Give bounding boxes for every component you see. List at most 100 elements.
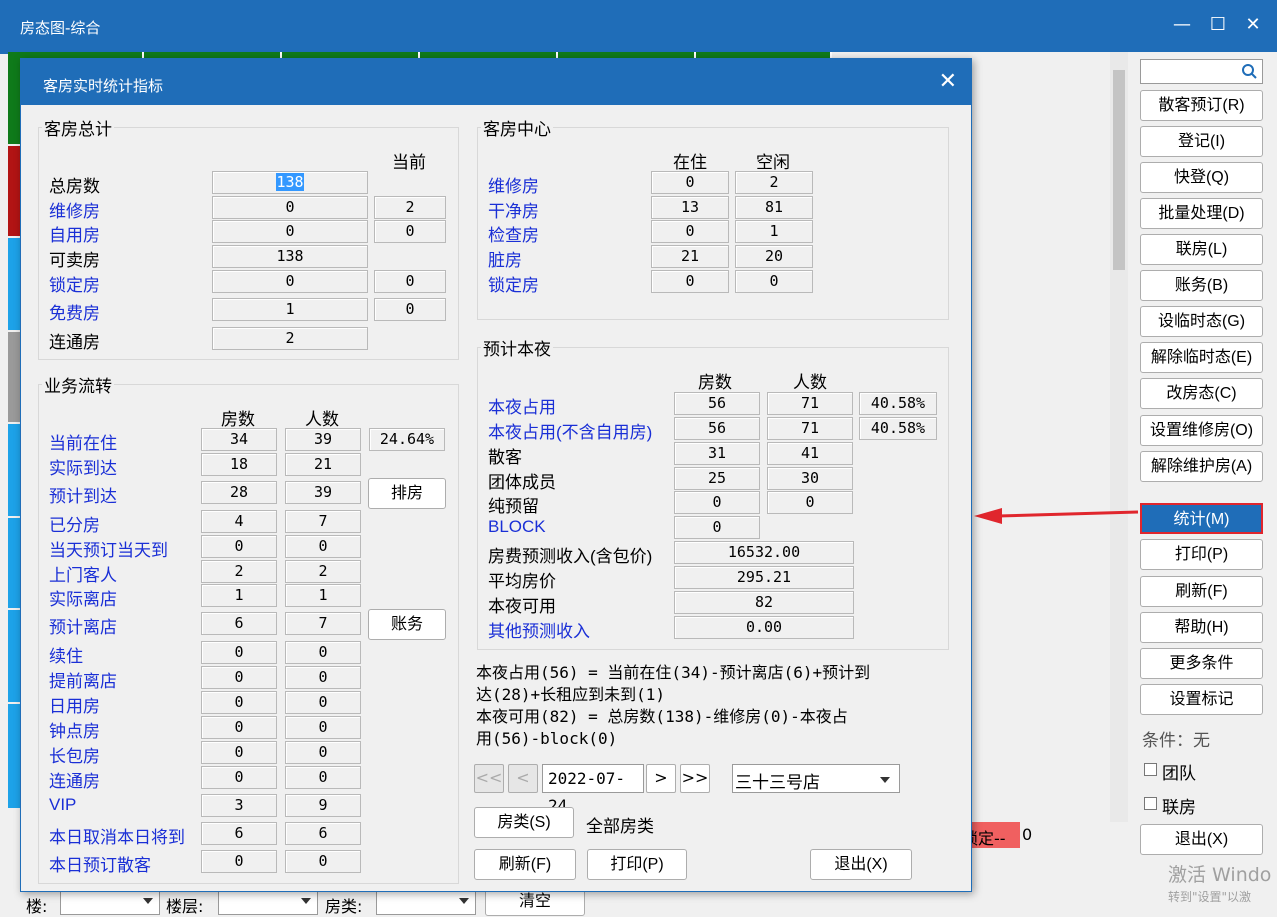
business-row-label[interactable]: 本日预订散客	[49, 851, 151, 876]
room-total-label: 总房数	[49, 177, 100, 196]
other-revenue-label[interactable]: 其他预测收入	[488, 617, 590, 642]
room-total-group-title: 客房总计	[42, 115, 114, 140]
dialog-exit-button[interactable]: 退出(X)	[810, 849, 912, 880]
room-center-vacant-text: 20	[764, 247, 784, 265]
business-row-label[interactable]: 预计到达	[49, 482, 117, 507]
quick-checkin-button[interactable]: 快登(Q)	[1140, 162, 1263, 193]
date-field[interactable]: 2022-07-24	[542, 764, 644, 815]
set-mark-button[interactable]: 设置标记	[1140, 684, 1263, 715]
room-center-label[interactable]: 脏房	[488, 246, 522, 271]
linked-checkbox[interactable]	[1144, 797, 1157, 810]
more-conditions-button[interactable]: 更多条件	[1140, 648, 1263, 679]
prev-date-button[interactable]: <	[508, 764, 538, 793]
business-row-label[interactable]: 当天预订当天到	[49, 536, 168, 561]
last-date-button[interactable]: >>	[680, 764, 710, 793]
available-label: 本夜可用	[488, 597, 556, 616]
tonight-rooms-value-text: 56	[707, 419, 727, 437]
business-row-label[interactable]: 提前离店	[49, 667, 117, 692]
room-type-select[interactable]	[376, 889, 476, 915]
account-button[interactable]: 账务(B)	[1140, 270, 1263, 301]
business-rooms-value: 28	[201, 481, 277, 504]
linked-room-button[interactable]: 联房(L)	[1140, 234, 1263, 265]
room-total-label[interactable]: 免费房	[49, 299, 100, 324]
checkin-button[interactable]: 登记(I)	[1140, 126, 1263, 157]
print-button[interactable]: 打印(P)	[1140, 539, 1263, 570]
chevron-down-icon	[301, 898, 311, 904]
business-rooms-value-text: 1	[234, 586, 244, 604]
tonight-row-label[interactable]: 本夜占用(不含自用房)	[488, 418, 652, 443]
room-center-occupied: 0	[651, 270, 729, 293]
chevron-down-icon	[880, 777, 890, 783]
room-total-value-text: 0	[285, 272, 295, 290]
business-row-label[interactable]: 续住	[49, 642, 83, 667]
store-select[interactable]: 三十三号店	[732, 764, 900, 793]
search-icon[interactable]	[1241, 63, 1258, 80]
change-room-status-button[interactable]: 改房态(C)	[1140, 378, 1263, 409]
business-row-label[interactable]: 本日取消本日将到	[49, 823, 185, 848]
business-people-value: 1	[285, 584, 361, 607]
business-row-label[interactable]: 钟点房	[49, 717, 100, 742]
room-total-label[interactable]: 锁定房	[49, 271, 100, 296]
account-dialog-button[interactable]: 账务	[368, 609, 446, 640]
refresh-button[interactable]: 刷新(F)	[1140, 576, 1263, 607]
search-input[interactable]	[1140, 59, 1263, 84]
room-center-label[interactable]: 检查房	[488, 221, 539, 246]
room-center-label[interactable]: 锁定房	[488, 271, 539, 296]
dialog-close-icon[interactable]: ✕	[939, 69, 957, 94]
business-people-value: 0	[285, 741, 361, 764]
dialog-print-button[interactable]: 打印(P)	[587, 849, 687, 880]
clear-maintenance-button[interactable]: 解除维护房(A)	[1140, 451, 1263, 482]
business-people-value-text: 0	[318, 743, 328, 761]
business-rooms-value-text: 6	[234, 824, 244, 842]
minimize-icon[interactable]: —	[1170, 14, 1194, 35]
business-row-label[interactable]: 实际到达	[49, 454, 117, 479]
business-row-label[interactable]: 预计离店	[49, 613, 117, 638]
tonight-row-label[interactable]: BLOCK	[488, 517, 546, 537]
business-row-label[interactable]: 已分房	[49, 511, 100, 536]
tonight-row-label[interactable]: 本夜占用	[488, 393, 556, 418]
business-rooms-value: 0	[201, 666, 277, 689]
set-maintenance-button[interactable]: 设置维修房(O)	[1140, 415, 1263, 446]
first-date-button[interactable]: <<	[474, 764, 504, 793]
business-people-value-text: 0	[318, 537, 328, 555]
business-row-label[interactable]: VIP	[49, 795, 76, 815]
dialog-refresh-button[interactable]: 刷新(F)	[474, 849, 576, 880]
business-row-label[interactable]: 日用房	[49, 692, 100, 717]
room-center-vacant-text: 0	[769, 272, 779, 290]
business-row-label[interactable]: 长包房	[49, 742, 100, 767]
team-checkbox[interactable]	[1144, 763, 1157, 776]
business-row-label[interactable]: 连通房	[49, 767, 100, 792]
floor-select[interactable]	[218, 889, 318, 915]
business-rooms-value-text: 0	[234, 693, 244, 711]
clear-temp-status-button[interactable]: 解除临时态(E)	[1140, 342, 1263, 373]
business-row-label[interactable]: 上门客人	[49, 561, 117, 586]
room-total-label[interactable]: 维修房	[49, 197, 100, 222]
dialog-titlebar: 客房实时统计指标 ✕	[21, 59, 971, 105]
set-temp-status-button[interactable]: 设临时态(G)	[1140, 306, 1263, 337]
statistics-button[interactable]: 统计(M)	[1140, 503, 1263, 534]
business-rooms-value-text: 28	[229, 483, 249, 501]
room-total-label[interactable]: 自用房	[49, 221, 100, 246]
exit-button[interactable]: 退出(X)	[1140, 824, 1263, 855]
room-map-scrollbar[interactable]	[1110, 52, 1128, 822]
chevron-down-icon	[143, 898, 153, 904]
close-icon[interactable]: ✕	[1241, 14, 1265, 35]
batch-process-button[interactable]: 批量处理(D)	[1140, 198, 1263, 229]
business-row-label[interactable]: 实际离店	[49, 585, 117, 610]
room-type-button[interactable]: 房类(S)	[474, 807, 574, 838]
tonight-row-label: 纯预留	[488, 497, 539, 516]
building-select[interactable]	[60, 889, 160, 915]
business-rooms-value-text: 34	[229, 430, 249, 448]
tonight-people-value: 30	[767, 467, 853, 490]
walkin-booking-button[interactable]: 散客预订(R)	[1140, 90, 1263, 121]
assign-room-button[interactable]: 排房	[368, 478, 446, 509]
help-button[interactable]: 帮助(H)	[1140, 612, 1263, 643]
business-row-label[interactable]: 当前在住	[49, 429, 117, 454]
room-center-label[interactable]: 维修房	[488, 172, 539, 197]
room-center-label[interactable]: 干净房	[488, 197, 539, 222]
business-people-value: 0	[285, 716, 361, 739]
next-date-button[interactable]: >	[646, 764, 676, 793]
business-people-value: 0	[285, 666, 361, 689]
maximize-icon[interactable]: ☐	[1206, 14, 1230, 35]
room-total-value: 0	[212, 270, 368, 293]
